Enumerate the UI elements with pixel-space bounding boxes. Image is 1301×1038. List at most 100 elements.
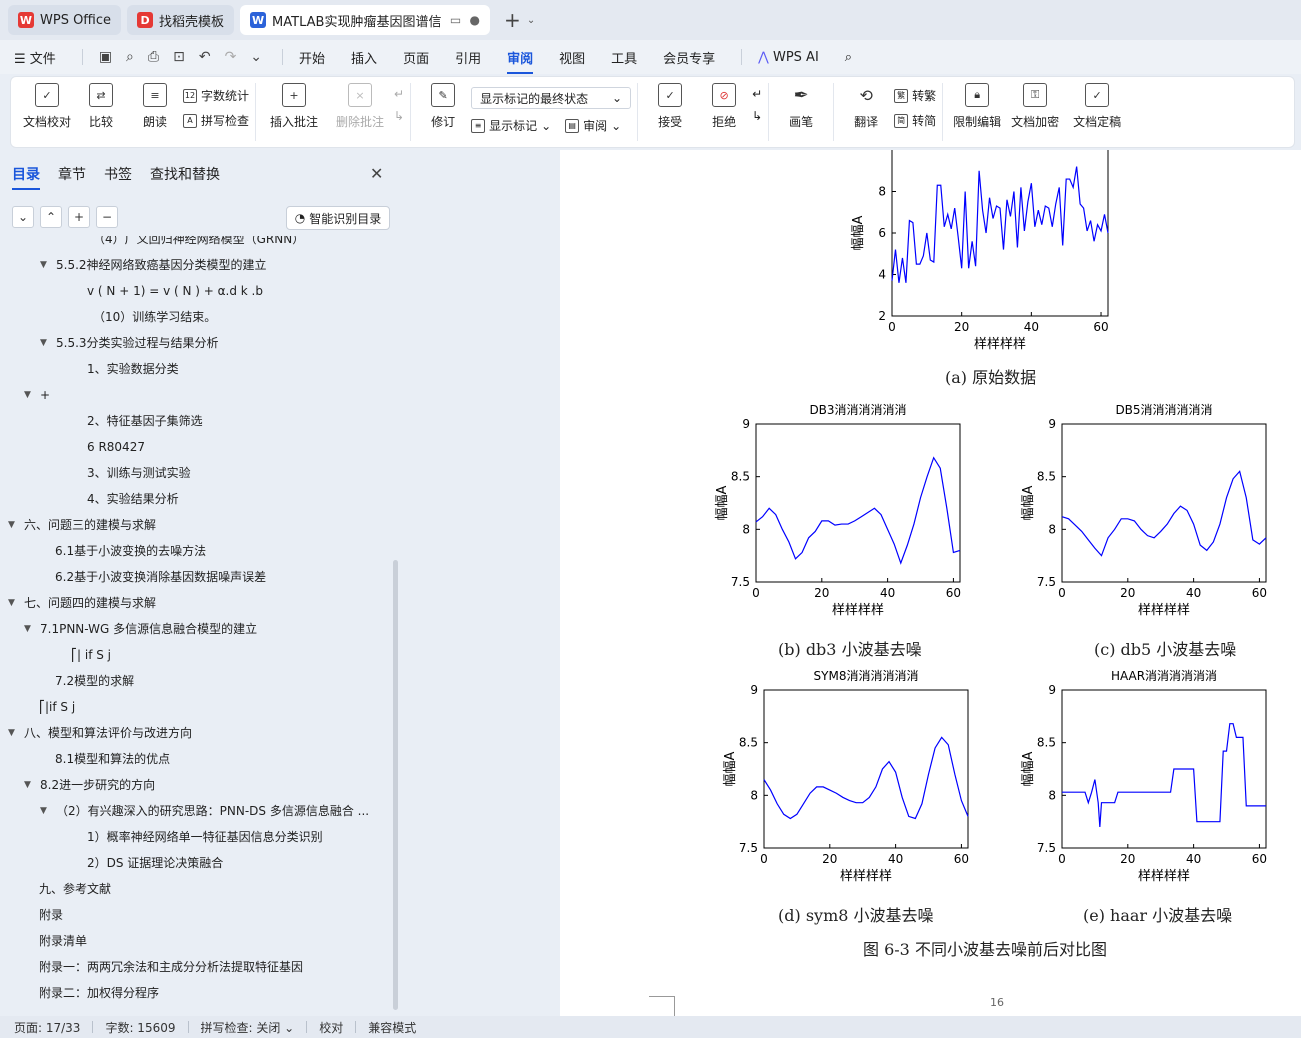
close-icon[interactable]: ✕: [370, 164, 383, 183]
expand-triangle-icon[interactable]: ▼: [8, 590, 22, 616]
label: 字数统计: [201, 89, 250, 103]
menu-review[interactable]: 审阅: [507, 48, 534, 74]
x-tick-label: 20: [814, 586, 829, 600]
delete-comment-button[interactable]: × 删除批注: [328, 83, 392, 130]
collapse-icon[interactable]: ⌄: [12, 206, 34, 228]
y-tick-label: 2: [878, 309, 886, 323]
toc-item-label: 8.2进一步研究的方向: [40, 778, 156, 792]
markup-state-select[interactable]: 显示标记的最终状态 ⌄: [471, 87, 632, 109]
doc-check-button[interactable]: ✓ 文档校对: [21, 83, 73, 130]
insert-comment-button[interactable]: + 插入批注: [262, 83, 326, 130]
menu-view[interactable]: 视图: [559, 48, 585, 67]
expand-triangle-icon[interactable]: ▼: [24, 616, 38, 642]
next-comment-icon[interactable]: ↳: [394, 109, 404, 123]
axes-frame: [763, 689, 969, 849]
label: 文档加密: [1011, 115, 1060, 129]
tab-docer[interactable]: D 找稻壳模板: [127, 5, 235, 35]
wps-logo-icon: W: [18, 12, 34, 28]
smart-toc-button[interactable]: ◔ 智能识别目录: [286, 206, 390, 230]
format-painter-icon[interactable]: ⌕: [126, 49, 134, 65]
menu-page[interactable]: 页面: [403, 48, 429, 67]
x-tick-label: 0: [752, 586, 760, 600]
expand-triangle-icon[interactable]: ▼: [8, 720, 22, 746]
to-simplified-button[interactable]: 简转简: [894, 112, 936, 129]
print-icon[interactable]: ⎙: [148, 49, 159, 65]
toc-item-label: v ( N + 1) = v ( N ) + α.d k .b: [87, 284, 263, 298]
label: 审阅: [583, 119, 608, 133]
tab-label: MATLAB实现肿瘤基因图谱信: [272, 14, 442, 30]
redo-icon[interactable]: ↷: [225, 49, 237, 65]
word-count-button[interactable]: 12 字数统计: [183, 87, 249, 104]
prev-comment-icon[interactable]: ↵: [394, 87, 404, 101]
compare-button[interactable]: ⇄ 比较: [75, 83, 127, 130]
prev-change-icon[interactable]: ↵: [752, 87, 762, 101]
print-preview-icon[interactable]: ⊡: [173, 49, 185, 65]
file-menu[interactable]: ☰ 文件: [14, 48, 56, 67]
expand-triangle-icon[interactable]: ▼: [24, 382, 38, 408]
x-tick-label: 20: [954, 320, 969, 334]
nav-tab-sections[interactable]: 章节: [58, 164, 86, 184]
expand-triangle-icon[interactable]: ▼: [8, 512, 22, 538]
comment-nav: ↵ ↳: [394, 83, 404, 123]
close-tab-icon[interactable]: ●: [470, 13, 480, 27]
spell-check-status[interactable]: 拼写检查: 关闭 ⌄: [201, 1019, 295, 1036]
new-tab-icon[interactable]: +: [504, 8, 521, 32]
chevron-down-icon[interactable]: ⌄: [527, 15, 535, 26]
proofing-status[interactable]: 校对: [319, 1019, 343, 1036]
nav-tab-toc[interactable]: 目录: [12, 164, 40, 190]
y-tick-label: 8.5: [1037, 736, 1056, 750]
toc-scrollbar[interactable]: [393, 560, 398, 1010]
read-aloud-button[interactable]: ≡ 朗读: [129, 83, 181, 130]
series-line: [763, 736, 969, 820]
undo-icon[interactable]: ↶: [199, 49, 211, 65]
menu-member[interactable]: 会员专享: [663, 48, 715, 67]
screen-icon[interactable]: ▭: [450, 13, 461, 27]
pen-icon: ✒: [793, 84, 809, 106]
word-count[interactable]: 字数: 15609: [105, 1019, 175, 1036]
spell-check-button[interactable]: A 拼写检查: [183, 112, 249, 129]
menu-reference[interactable]: 引用: [455, 48, 481, 67]
page-indicator[interactable]: 页面: 17/33: [14, 1019, 80, 1036]
label: 转繁: [912, 89, 937, 103]
nav-tab-find-replace[interactable]: 查找和替换: [150, 164, 220, 184]
more-icon[interactable]: ⌄: [250, 49, 262, 65]
caption-a: (a) 原始数据: [945, 368, 1037, 387]
ribbon-group-tracking: ✎ 修订 显示标记的最终状态 ⌄ ≡ 显示标记 ⌄ ▤ 审阅 ⌄: [411, 83, 639, 141]
reject-button[interactable]: ⊘ 拒绝: [698, 83, 750, 130]
nav-tab-bookmarks[interactable]: 书签: [104, 164, 132, 184]
encrypt-button[interactable]: ⚿ 文档加密: [1007, 83, 1063, 130]
to-traditional-button[interactable]: 繁转繁: [894, 87, 936, 104]
finalize-button[interactable]: ✓ 文档定稿: [1065, 83, 1129, 130]
search-icon[interactable]: ⌕: [845, 50, 852, 65]
expand-triangle-icon[interactable]: ▼: [40, 330, 54, 356]
lock-doc-icon: 🔒︎: [965, 83, 990, 107]
menu-tools[interactable]: 工具: [611, 48, 637, 67]
translate-button[interactable]: ⟲ 翻译: [840, 83, 892, 130]
menu-start[interactable]: 开始: [299, 48, 325, 67]
remove-icon[interactable]: −: [96, 206, 118, 228]
wps-ai-button[interactable]: ⋀ WPS AI: [758, 50, 819, 65]
track-changes-button[interactable]: ✎ 修订: [417, 83, 469, 130]
expand-triangle-icon[interactable]: ▼: [40, 252, 54, 278]
tab-current-document[interactable]: W MATLAB实现肿瘤基因图谱信 ▭ ●: [240, 5, 491, 35]
expand-icon[interactable]: ⌃: [40, 206, 62, 228]
doc-check-icon: ✓: [35, 83, 59, 107]
review-pane-button[interactable]: ▤ 审阅 ⌄: [565, 117, 621, 134]
y-axis-label: 幅幅A: [715, 485, 730, 520]
restrict-editing-button[interactable]: 🔒︎ 限制编辑: [949, 83, 1005, 130]
next-change-icon[interactable]: ↳: [752, 109, 762, 123]
axes-frame: [1061, 423, 1267, 583]
accept-button[interactable]: ✓ 接受: [644, 83, 696, 130]
label: 显示标记: [489, 119, 538, 133]
ribbon-group-language: ⟲ 翻译 繁转繁 简转简: [834, 83, 944, 141]
expand-triangle-icon[interactable]: ▼: [24, 772, 38, 798]
pen-button[interactable]: ✒ 画笔: [775, 83, 827, 130]
menu-insert[interactable]: 插入: [351, 48, 377, 67]
add-icon[interactable]: +: [68, 206, 90, 228]
tab-wps-office[interactable]: W WPS Office: [8, 5, 122, 35]
x-tick-label: 20: [822, 852, 837, 866]
toc-item-label: 附录: [39, 908, 64, 922]
expand-triangle-icon[interactable]: ▼: [40, 798, 54, 824]
show-markup-button[interactable]: ≡ 显示标记 ⌄: [471, 117, 551, 134]
save-icon[interactable]: ▣: [99, 49, 112, 65]
